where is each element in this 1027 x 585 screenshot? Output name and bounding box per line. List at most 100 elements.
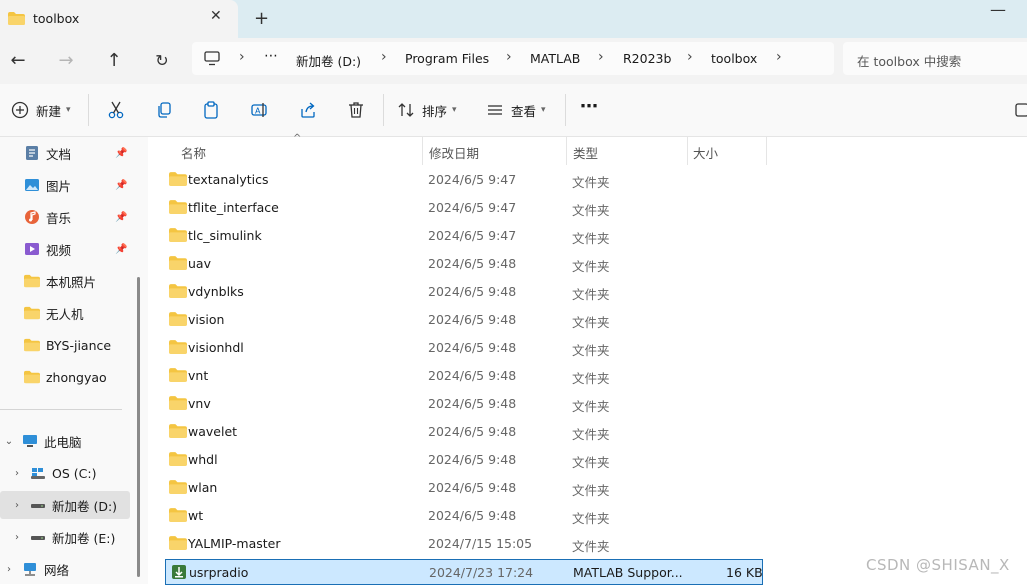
file-name: wavelet [188,424,238,439]
table-row[interactable]: YALMIP-master 2024/7/15 15:05 文件夹 [165,531,763,557]
breadcrumb-chevron-icon[interactable]: › [776,49,782,65]
cut-button[interactable] [106,100,126,120]
sidebar-item-drive-c[interactable]: › OS (C:) [0,459,130,487]
paste-button[interactable] [201,100,221,120]
back-icon[interactable]: ← [6,48,30,72]
file-date: 2024/6/5 9:47 [428,172,517,187]
breadcrumb-toolbox[interactable]: toolbox [711,51,757,66]
tab-toolbox[interactable]: toolbox ✕ [0,0,238,38]
table-row[interactable]: visionhdl 2024/6/5 9:48 文件夹 [165,335,763,361]
sidebar-item-label: 音乐 [46,210,72,226]
close-tab-icon[interactable]: ✕ [210,8,222,24]
file-name: textanalytics [188,172,269,187]
column-header-type[interactable]: 类型 [573,143,598,162]
column-header-size[interactable]: 大小 [693,143,718,162]
column-header-name[interactable]: 名称 [181,143,206,162]
refresh-icon[interactable]: ↻ [150,48,174,72]
delete-button[interactable] [346,100,366,120]
sidebar-scrollbar[interactable] [137,277,140,577]
copy-button[interactable] [154,100,174,120]
breadcrumb-matlab[interactable]: MATLAB [530,51,580,66]
share-icon [301,102,315,118]
chevron-down-icon[interactable]: ⌄ [4,436,14,447]
pin-icon: 📌 [115,147,128,159]
file-type: 文件夹 [572,343,610,358]
sidebar-item-videos[interactable]: 视频 📌 [0,235,130,263]
sidebar-item-drive-e[interactable]: › 新加卷 (E:) [0,523,130,551]
table-row[interactable]: usrpradio 2024/7/23 17:24 MATLAB Suppor...… [165,559,763,585]
new-tab-icon[interactable]: + [254,8,269,29]
chevron-right-icon[interactable]: › [4,564,14,575]
breadcrumb-chevron-icon[interactable]: › [598,49,604,65]
table-row[interactable]: vnv 2024/6/5 9:48 文件夹 [165,391,763,417]
share-button[interactable] [298,100,318,120]
breadcrumb-chevron-icon[interactable]: › [239,49,245,65]
chevron-right-icon[interactable]: › [12,532,22,543]
sidebar-item-drone[interactable]: 无人机 [0,299,130,327]
new-button[interactable]: 新建 ▾ [10,100,71,120]
chevron-right-icon[interactable]: › [12,468,22,479]
breadcrumb-r2023b[interactable]: R2023b [623,51,671,66]
more-options-button[interactable]: ⋯ [580,96,598,117]
table-row[interactable]: vdynblks 2024/6/5 9:48 文件夹 [165,279,763,305]
column-divider[interactable] [566,137,567,165]
table-row[interactable]: textanalytics 2024/6/5 9:47 文件夹 [165,167,763,193]
column-divider[interactable] [422,137,423,165]
table-row[interactable]: whdl 2024/6/5 9:48 文件夹 [165,447,763,473]
file-name: vnt [188,368,209,383]
table-row[interactable]: wavelet 2024/6/5 9:48 文件夹 [165,419,763,445]
view-button[interactable]: 查看 ▾ [485,100,546,120]
pictures-icon [25,179,39,191]
file-list: ^ 名称 修改日期 类型 大小 textanalytics 2024/6/5 9:… [150,133,1027,585]
toolbar-divider [565,94,566,126]
rename-button[interactable]: A [250,100,270,120]
breadcrumb-program-files[interactable]: Program Files [405,51,489,66]
sidebar-item-bys-jiance[interactable]: BYS-jiance [0,331,130,359]
sidebar-item-photos[interactable]: 本机照片 [0,267,130,295]
sidebar-item-label: 视频 [46,242,72,258]
breadcrumb-chevron-icon[interactable]: › [381,49,387,65]
column-divider[interactable] [687,137,688,165]
sort-label: 排序 [422,103,448,119]
table-row[interactable]: uav 2024/6/5 9:48 文件夹 [165,251,763,277]
file-type: 文件夹 [572,231,610,246]
sidebar-item-zhongyao[interactable]: zhongyao [0,363,130,391]
table-row[interactable]: tflite_interface 2024/6/5 9:47 文件夹 [165,195,763,221]
sidebar-item-documents[interactable]: 文档 📌 [0,139,130,167]
folder-icon [169,424,187,438]
file-type: 文件夹 [572,483,610,498]
breadcrumb-overflow[interactable]: ⋯ [264,48,278,64]
table-row[interactable]: tlc_simulink 2024/6/5 9:47 文件夹 [165,223,763,249]
file-type: 文件夹 [572,455,610,470]
address-bar[interactable]: › ⋯ 新加卷 (D:) › Program Files › MATLAB › … [192,42,834,75]
table-row[interactable]: wlan 2024/6/5 9:48 文件夹 [165,475,763,501]
folder-icon [169,452,187,466]
folder-icon [169,536,187,550]
chevron-right-icon[interactable]: › [12,500,22,511]
column-header-modified[interactable]: 修改日期 [429,143,479,162]
sidebar-item-this-pc[interactable]: ⌄ 此电脑 [0,427,130,455]
toolbar-divider [383,94,384,126]
folder-icon [169,228,187,242]
table-row[interactable]: wt 2024/6/5 9:48 文件夹 [165,503,763,529]
sidebar-item-pictures[interactable]: 图片 📌 [0,171,130,199]
sort-button[interactable]: 排序 ▾ [396,100,457,120]
breadcrumb-chevron-icon[interactable]: › [506,49,512,65]
up-icon[interactable]: ↑ [102,48,126,72]
view-list-icon [488,105,502,115]
sidebar-item-network[interactable]: › 网络 [0,555,130,583]
file-date: 2024/6/5 9:48 [428,424,517,439]
table-row[interactable]: vnt 2024/6/5 9:48 文件夹 [165,363,763,389]
breadcrumb-drive-d[interactable]: 新加卷 (D:) [296,51,361,70]
file-date: 2024/7/15 15:05 [428,536,533,551]
details-pane-icon[interactable] [1015,103,1027,117]
sidebar-item-drive-d[interactable]: › 新加卷 (D:) [0,491,130,519]
forward-icon[interactable]: → [54,48,78,72]
column-divider[interactable] [766,137,767,165]
file-date: 2024/6/5 9:48 [428,452,517,467]
sidebar-item-music[interactable]: 音乐 📌 [0,203,130,231]
minimize-icon[interactable]: — [990,0,1006,19]
search-input[interactable]: 在 toolbox 中搜索 [843,42,1027,75]
table-row[interactable]: vision 2024/6/5 9:48 文件夹 [165,307,763,333]
breadcrumb-chevron-icon[interactable]: › [687,49,693,65]
